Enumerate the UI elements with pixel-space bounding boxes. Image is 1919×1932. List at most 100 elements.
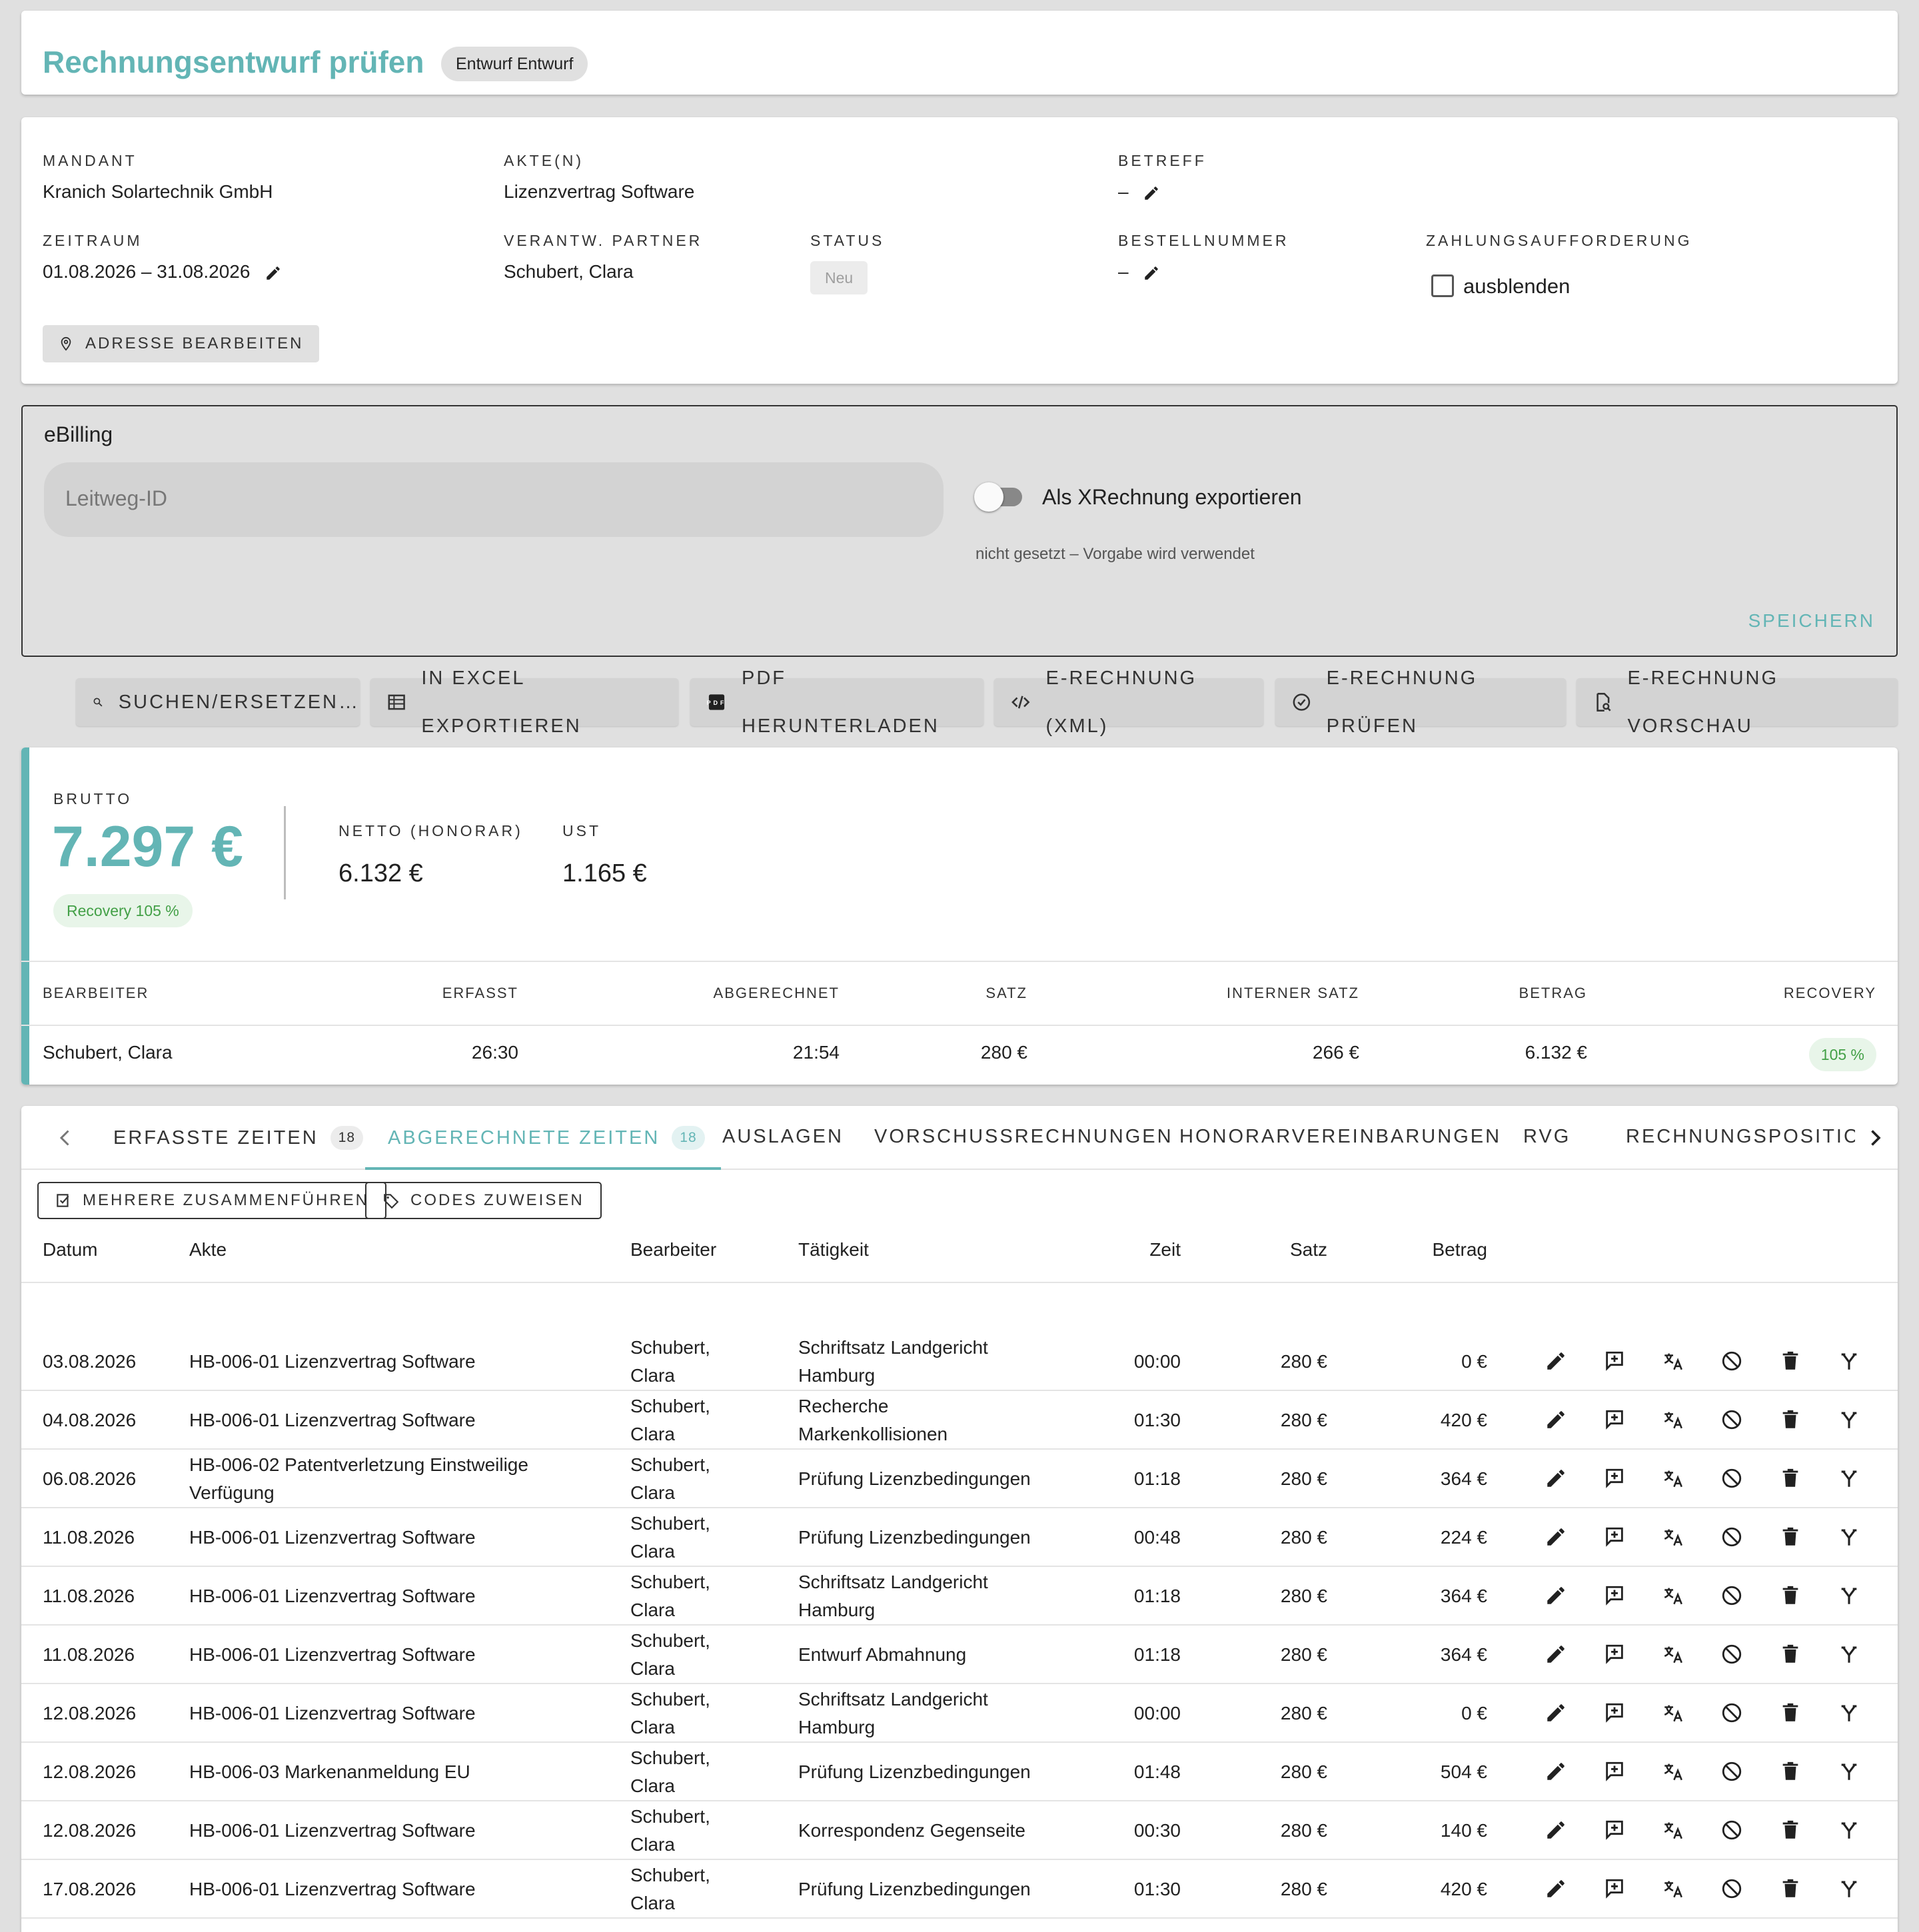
tab-vorschussrechnungen[interactable]: VORSCHUSSRECHNUNGEN [874,1126,1173,1148]
delete-icon[interactable] [1779,1467,1802,1490]
block-icon[interactable] [1720,1350,1743,1372]
tab-abgerechnete-zeiten[interactable]: ABGERECHNETE ZEITEN 18 [388,1126,705,1150]
block-icon[interactable] [1720,1467,1743,1490]
merge-icon[interactable] [1838,1526,1860,1548]
translate-icon[interactable] [1662,1701,1684,1724]
edit-icon[interactable] [1545,1526,1567,1548]
translate-icon[interactable] [1662,1877,1684,1900]
merge-icon[interactable] [1838,1350,1860,1372]
pdf-download-button[interactable]: PDF PDF HERUNTERLADEN [690,668,983,737]
save-button[interactable]: SPEICHERN [1748,610,1875,632]
translate-icon[interactable] [1662,1643,1684,1666]
edit-icon[interactable] [1545,1643,1567,1666]
th-akte[interactable]: Akte [189,1239,227,1260]
th-bearbeiter[interactable]: Bearbeiter [630,1239,716,1260]
merge-icon[interactable] [1838,1467,1860,1490]
table-row[interactable]: 11.08.2026 HB-006-01 Lizenzvertrag Softwa… [21,1508,1898,1567]
table-row[interactable]: 12.08.2026 HB-006-01 Lizenzvertrag Softwa… [21,1684,1898,1743]
merge-icon[interactable] [1838,1584,1860,1607]
block-icon[interactable] [1720,1701,1743,1724]
erechnung-xml-button[interactable]: E-RECHNUNG (XML) [994,668,1263,737]
edit-icon[interactable] [1545,1584,1567,1607]
erechnung-check-button[interactable]: E-RECHNUNG PRÜFEN [1275,668,1566,737]
ausblenden-checkbox[interactable] [1431,274,1454,297]
merge-icon[interactable] [1838,1760,1860,1783]
xrechnung-toggle-knob[interactable] [974,482,1003,512]
table-row[interactable]: 12.08.2026 HB-006-03 Markenanmeldung EU Sc… [21,1743,1898,1801]
delete-icon[interactable] [1779,1760,1802,1783]
translate-icon[interactable] [1662,1819,1684,1841]
erechnung-preview-button[interactable]: E-RECHNUNG VORSCHAU [1577,668,1898,737]
comment-add-icon[interactable] [1603,1584,1626,1607]
leitweg-id-input[interactable]: Leitweg-ID [44,462,944,537]
block-icon[interactable] [1720,1584,1743,1607]
translate-icon[interactable] [1662,1526,1684,1548]
merge-icon[interactable] [1838,1819,1860,1841]
translate-icon[interactable] [1662,1350,1684,1372]
edit-icon[interactable] [1545,1701,1567,1724]
edit-icon[interactable] [1545,1877,1567,1900]
block-icon[interactable] [1720,1877,1743,1900]
edit-betreff-icon[interactable] [1143,185,1160,202]
delete-icon[interactable] [1779,1643,1802,1666]
edit-zeitraum-icon[interactable] [265,264,282,282]
delete-icon[interactable] [1779,1701,1802,1724]
assign-codes-button[interactable]: CODES ZUWEISEN [365,1182,602,1219]
th-datum[interactable]: Datum [43,1239,97,1260]
chevron-right-icon[interactable] [1863,1126,1887,1150]
block-icon[interactable] [1720,1760,1743,1783]
delete-icon[interactable] [1779,1350,1802,1372]
tab-auslagen[interactable]: AUSLAGEN [722,1126,844,1148]
th-satz[interactable]: Satz [1290,1239,1327,1260]
delete-icon[interactable] [1779,1819,1802,1841]
delete-icon[interactable] [1779,1877,1802,1900]
table-row[interactable]: 12.08.2026 HB-006-01 Lizenzvertrag Softwa… [21,1801,1898,1860]
search-replace-button[interactable]: SUCHEN/ERSETZEN… [76,678,360,726]
comment-add-icon[interactable] [1603,1701,1626,1724]
merge-icon[interactable] [1838,1408,1860,1431]
merge-icon[interactable] [1838,1877,1860,1900]
block-icon[interactable] [1720,1819,1743,1841]
comment-add-icon[interactable] [1603,1467,1626,1490]
translate-icon[interactable] [1662,1584,1684,1607]
comment-add-icon[interactable] [1603,1760,1626,1783]
merge-multiple-button[interactable]: MEHRERE ZUSAMMENFÜHREN [37,1182,387,1219]
edit-icon[interactable] [1545,1760,1567,1783]
edit-icon[interactable] [1545,1350,1567,1372]
th-betrag[interactable]: Betrag [1433,1239,1488,1260]
th-zeit[interactable]: Zeit [1149,1239,1181,1260]
table-row[interactable]: 03.08.2026 HB-006-01 Lizenzvertrag Softwa… [21,1332,1898,1391]
delete-icon[interactable] [1779,1408,1802,1431]
delete-icon[interactable] [1779,1526,1802,1548]
tab-rvg[interactable]: RVG [1523,1126,1571,1148]
tab-honorarvereinbarungen[interactable]: HONORARVEREINBARUNGEN [1179,1126,1501,1148]
block-icon[interactable] [1720,1408,1743,1431]
chevron-left-icon[interactable] [53,1126,77,1150]
excel-export-button[interactable]: IN EXCEL EXPORTIEREN [370,668,678,737]
comment-add-icon[interactable] [1603,1408,1626,1431]
block-icon[interactable] [1720,1643,1743,1666]
comment-add-icon[interactable] [1603,1350,1626,1372]
edit-bestellnummer-icon[interactable] [1143,264,1160,282]
translate-icon[interactable] [1662,1760,1684,1783]
table-row[interactable]: 17.08.2026 HB-006-01 Lizenzvertrag Softwa… [21,1860,1898,1919]
comment-add-icon[interactable] [1603,1819,1626,1841]
tab-erfasste-zeiten[interactable]: ERFASSTE ZEITEN 18 [113,1126,364,1150]
comment-add-icon[interactable] [1603,1526,1626,1548]
edit-icon[interactable] [1545,1819,1567,1841]
table-row[interactable]: 11.08.2026 HB-006-01 Lizenzvertrag Softwa… [21,1626,1898,1684]
merge-icon[interactable] [1838,1643,1860,1666]
comment-add-icon[interactable] [1603,1877,1626,1900]
translate-icon[interactable] [1662,1467,1684,1490]
merge-icon[interactable] [1838,1701,1860,1724]
comment-add-icon[interactable] [1603,1643,1626,1666]
edit-icon[interactable] [1545,1408,1567,1431]
th-taetigkeit[interactable]: Tätigkeit [798,1239,869,1260]
edit-icon[interactable] [1545,1467,1567,1490]
translate-icon[interactable] [1662,1408,1684,1431]
delete-icon[interactable] [1779,1584,1802,1607]
edit-address-button[interactable]: ADRESSE BEARBEITEN [43,325,320,362]
table-row[interactable]: 06.08.2026 HB-006-02 Patentverletzung Ein… [21,1450,1898,1508]
table-row[interactable]: 04.08.2026 HB-006-01 Lizenzvertrag Softwa… [21,1391,1898,1450]
tab-rechnungspositionen[interactable]: RECHNUNGSPOSITIC [1626,1126,1855,1148]
